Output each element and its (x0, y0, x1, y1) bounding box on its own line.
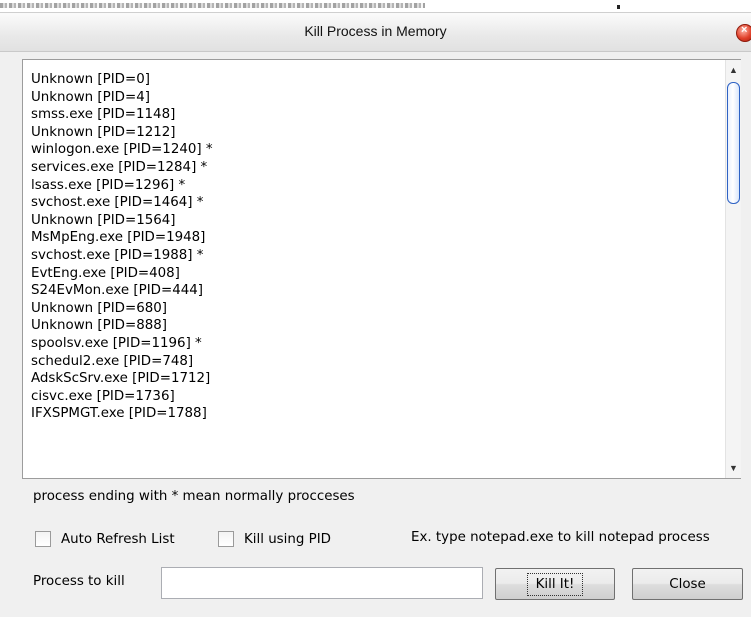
vertical-scrollbar[interactable]: ▲ ▼ (725, 60, 741, 478)
process-list-item[interactable]: S24EvMon.exe [PID=444] (31, 282, 213, 300)
process-list-item[interactable]: AdskScSrv.exe [PID=1712] (31, 370, 213, 388)
process-list-item[interactable]: Unknown [PID=680] (31, 300, 213, 318)
process-list-item[interactable]: winlogon.exe [PID=1240] * (31, 141, 213, 159)
kill-process-dialog: Kill Process in Memory × Unknown [PID=0]… (0, 12, 751, 617)
window-title: Kill Process in Memory (304, 23, 447, 39)
process-to-kill-input[interactable] (161, 567, 483, 599)
background-window-text (0, 3, 425, 8)
example-hint-text: Ex. type notepad.exe to kill notepad pro… (411, 530, 710, 545)
process-list-item[interactable]: IFXSPMGT.exe [PID=1788] (31, 405, 213, 423)
background-window-mark (617, 5, 620, 9)
process-list-item[interactable]: Unknown [PID=4] (31, 89, 213, 107)
process-to-kill-label: Process to kill (33, 574, 125, 589)
scroll-down-arrow-icon[interactable]: ▼ (727, 460, 740, 476)
process-list-item[interactable]: lsass.exe [PID=1296] * (31, 177, 213, 195)
scroll-up-arrow-icon[interactable]: ▲ (727, 62, 740, 78)
title-bar[interactable]: Kill Process in Memory × (0, 12, 751, 52)
auto-refresh-label: Auto Refresh List (61, 531, 175, 547)
scroll-thumb[interactable] (727, 82, 740, 204)
auto-refresh-checkbox[interactable] (35, 531, 51, 547)
auto-refresh-option[interactable]: Auto Refresh List (35, 529, 175, 549)
process-list: Unknown [PID=0] Unknown [PID=4] smss.exe [… (31, 71, 213, 423)
process-list-item[interactable]: Unknown [PID=1564] (31, 212, 213, 230)
background-window-strip (0, 0, 751, 12)
process-list-item[interactable]: spoolsv.exe [PID=1196] * (31, 335, 213, 353)
process-list-item[interactable]: Unknown [PID=888] (31, 317, 213, 335)
process-list-item[interactable]: MsMpEng.exe [PID=1948] (31, 229, 213, 247)
kill-pid-checkbox[interactable] (218, 531, 234, 547)
kill-it-button-label: Kill It! (526, 572, 584, 596)
process-listbox[interactable]: Unknown [PID=0] Unknown [PID=4] smss.exe [… (22, 59, 741, 479)
kill-pid-label: Kill using PID (244, 531, 331, 547)
process-list-item[interactable]: svchost.exe [PID=1988] * (31, 247, 213, 265)
process-list-item[interactable]: cisvc.exe [PID=1736] (31, 388, 213, 406)
kill-pid-option[interactable]: Kill using PID (218, 529, 331, 549)
process-list-item[interactable]: schedul2.exe [PID=748] (31, 353, 213, 371)
kill-it-button[interactable]: Kill It! (495, 568, 615, 600)
window-close-icon[interactable]: × (736, 24, 751, 42)
process-list-item[interactable]: Unknown [PID=0] (31, 71, 213, 89)
process-list-item[interactable]: EvtEng.exe [PID=408] (31, 265, 213, 283)
process-list-item[interactable]: smss.exe [PID=1148] (31, 106, 213, 124)
process-hint-text: process ending with * mean normally proc… (33, 489, 355, 504)
close-button[interactable]: Close (632, 568, 743, 600)
process-list-item[interactable]: svchost.exe [PID=1464] * (31, 194, 213, 212)
process-list-item[interactable]: Unknown [PID=1212] (31, 124, 213, 142)
process-list-item[interactable]: services.exe [PID=1284] * (31, 159, 213, 177)
